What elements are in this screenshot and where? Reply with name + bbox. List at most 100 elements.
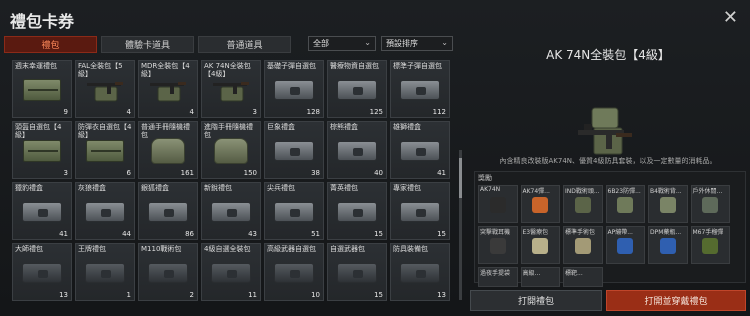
contents-item[interactable]: 突擊戰耳機 [478,226,518,264]
gift-item-count: 41 [437,169,446,177]
gift-item-name: 尖兵禮包 [267,184,295,192]
gift-item[interactable]: 標準子彈自選包 112 [390,60,450,118]
gift-item[interactable]: 基礎子彈自選包 128 [264,60,324,118]
headset-icon [486,236,510,260]
gift-item[interactable]: 4級自選全裝包 11 [201,243,261,301]
tab-normal-items[interactable]: 普通道具 [198,36,291,53]
contents-box: 獎勵 AK74N AK74彈... IND戰術頭... 6B23防彈... B4戰術背.… [474,171,746,287]
contents-item-name: 標準手術包 [565,229,596,236]
gift-item[interactable]: 新銳禮包 43 [201,182,261,240]
gift-item-name: 獵豹禮盒 [15,184,43,192]
gift-item[interactable]: 巨象禮盒 38 [264,121,324,179]
gift-item[interactable]: MDR全裝包【4級】 4 [138,60,198,118]
gift-item[interactable]: 棕熊禮盒 40 [327,121,387,179]
open-and-equip-button[interactable]: 打開並穿戴禮包 [606,290,746,311]
contents-item[interactable]: E3醫療包 [520,226,560,264]
gift-item[interactable]: 尖兵禮包 51 [264,182,324,240]
case-icon [211,263,251,284]
bottle-icon [656,236,680,260]
gift-item[interactable]: 專家禮包 15 [390,182,450,240]
contents-item[interactable]: B4戰術背... [648,185,688,223]
gift-item[interactable]: 菁英禮包 15 [327,182,387,240]
gift-item[interactable]: 醫療物資自選包 125 [327,60,387,118]
tab-gift[interactable]: 禮包 [4,36,97,53]
gift-item-count: 41 [59,230,68,238]
grenade-icon [698,236,722,260]
gift-item-count: 44 [122,230,131,238]
gift-item-count: 3 [63,169,68,177]
crate-icon [23,79,61,102]
gift-item[interactable]: 頭盔自選包【4級】 3 [12,121,72,179]
contents-item-name: 突擊戰耳機 [480,229,511,236]
rifle-icon [150,77,186,103]
crate-icon [86,140,124,163]
gift-item[interactable]: AK 74N全裝包【4級】 3 [201,60,261,118]
gift-item[interactable]: 王牌禮包 1 [75,243,135,301]
chevron-down-icon: ⌄ [441,38,448,47]
gift-item[interactable]: 雄獅禮盒 41 [390,121,450,179]
gift-item-name: 菁英禮包 [330,184,358,192]
gift-item-name: 普通手冊隨機禮包 [141,123,190,139]
case-icon [337,141,377,162]
contents-item[interactable]: M67手榴彈 [690,226,730,264]
contents-item[interactable]: AP繃帶... [605,226,645,264]
contents-item-name: AK74N [480,186,501,193]
gift-item[interactable]: FAL全裝包【5級】 4 [75,60,135,118]
contents-item[interactable]: IND戰術頭... [563,185,603,223]
item-grid-scrollbar[interactable] [459,150,462,300]
gift-item[interactable]: 普通手冊隨機禮包 161 [138,121,198,179]
gift-item[interactable]: 大師禮包 13 [12,243,72,301]
gift-item-name: 4級自選全裝包 [204,245,251,253]
gift-item-count: 43 [248,230,257,238]
category-select-value: 全部 [313,39,329,48]
contents-item[interactable]: 過夜手提袋 [478,267,518,287]
gift-item-count: 38 [311,169,320,177]
open-gift-button[interactable]: 打開禮包 [470,290,602,311]
gift-item[interactable]: M110戰術包 2 [138,243,198,301]
gift-item[interactable]: 週末幸運禮包 9 [12,60,72,118]
contents-item[interactable]: 標靶... [563,267,603,287]
gift-item-count: 40 [374,169,383,177]
gift-item-count: 11 [248,291,257,299]
gift-item-count: 15 [374,291,383,299]
gift-item-name: 高級武器自選包 [267,245,316,253]
gift-item[interactable]: 銀狐禮盒 86 [138,182,198,240]
tab-bar: 禮包 體驗卡道具 普通道具 [4,36,291,53]
contents-item[interactable]: 高級... [520,267,560,287]
contents-item[interactable]: 標準手術包 [563,226,603,264]
gift-item-name: M110戰術包 [141,245,182,253]
gift-item-count: 15 [437,230,446,238]
sort-select[interactable]: 預設排序 ⌄ [381,36,453,51]
scrollbar-thumb[interactable] [459,158,462,198]
gift-item[interactable]: 進階手冊隨機禮包 150 [201,121,261,179]
tab-trial-cards[interactable]: 體驗卡道具 [101,36,194,53]
gift-item[interactable]: 獵豹禮盒 41 [12,182,72,240]
gift-item-name: 標準子彈自選包 [393,62,442,70]
contents-item[interactable]: DPM藥瓶... [648,226,688,264]
case-icon [400,141,440,162]
medkit-icon [528,236,552,260]
gift-item-name: 頭盔自選包【4級】 [15,123,62,139]
detail-panel: AK 74N全裝包【4級】 內含精良改裝版AK74N、優質4級防具套裝，以及一定… [466,34,750,316]
gift-item[interactable]: 防具裝備包 13 [390,243,450,301]
contents-item[interactable]: AK74彈... [520,185,560,223]
gift-item[interactable]: 防彈衣自選包【4級】 6 [75,121,135,179]
case-icon [337,263,377,284]
gift-item-count: 4 [126,108,131,116]
contents-item[interactable]: AK74N [478,185,518,223]
contents-item[interactable]: 戶外休閒... [690,185,730,223]
gift-item[interactable]: 高級武器自選包 10 [264,243,324,301]
gift-item-name: 防彈衣自選包【4級】 [78,123,132,139]
close-icon[interactable]: ✕ [723,7,738,28]
contents-item[interactable]: 6B23防彈... [605,185,645,223]
category-select[interactable]: 全部 ⌄ [308,36,376,51]
gift-item-count: 51 [311,230,320,238]
item-grid: 週末幸運禮包 9 FAL全裝包【5級】 4 MDR全裝包【4級】 4 AK 74N全裝包【4… [12,60,452,301]
contents-item-name: DPM藥瓶... [650,229,682,236]
gift-item-name: 大師禮包 [15,245,43,253]
bag-icon [214,138,248,165]
gift-item-count: 13 [59,291,68,299]
gift-item[interactable]: 灰狼禮盒 44 [75,182,135,240]
gift-item[interactable]: 自選武器包 15 [327,243,387,301]
case-icon [400,263,440,284]
